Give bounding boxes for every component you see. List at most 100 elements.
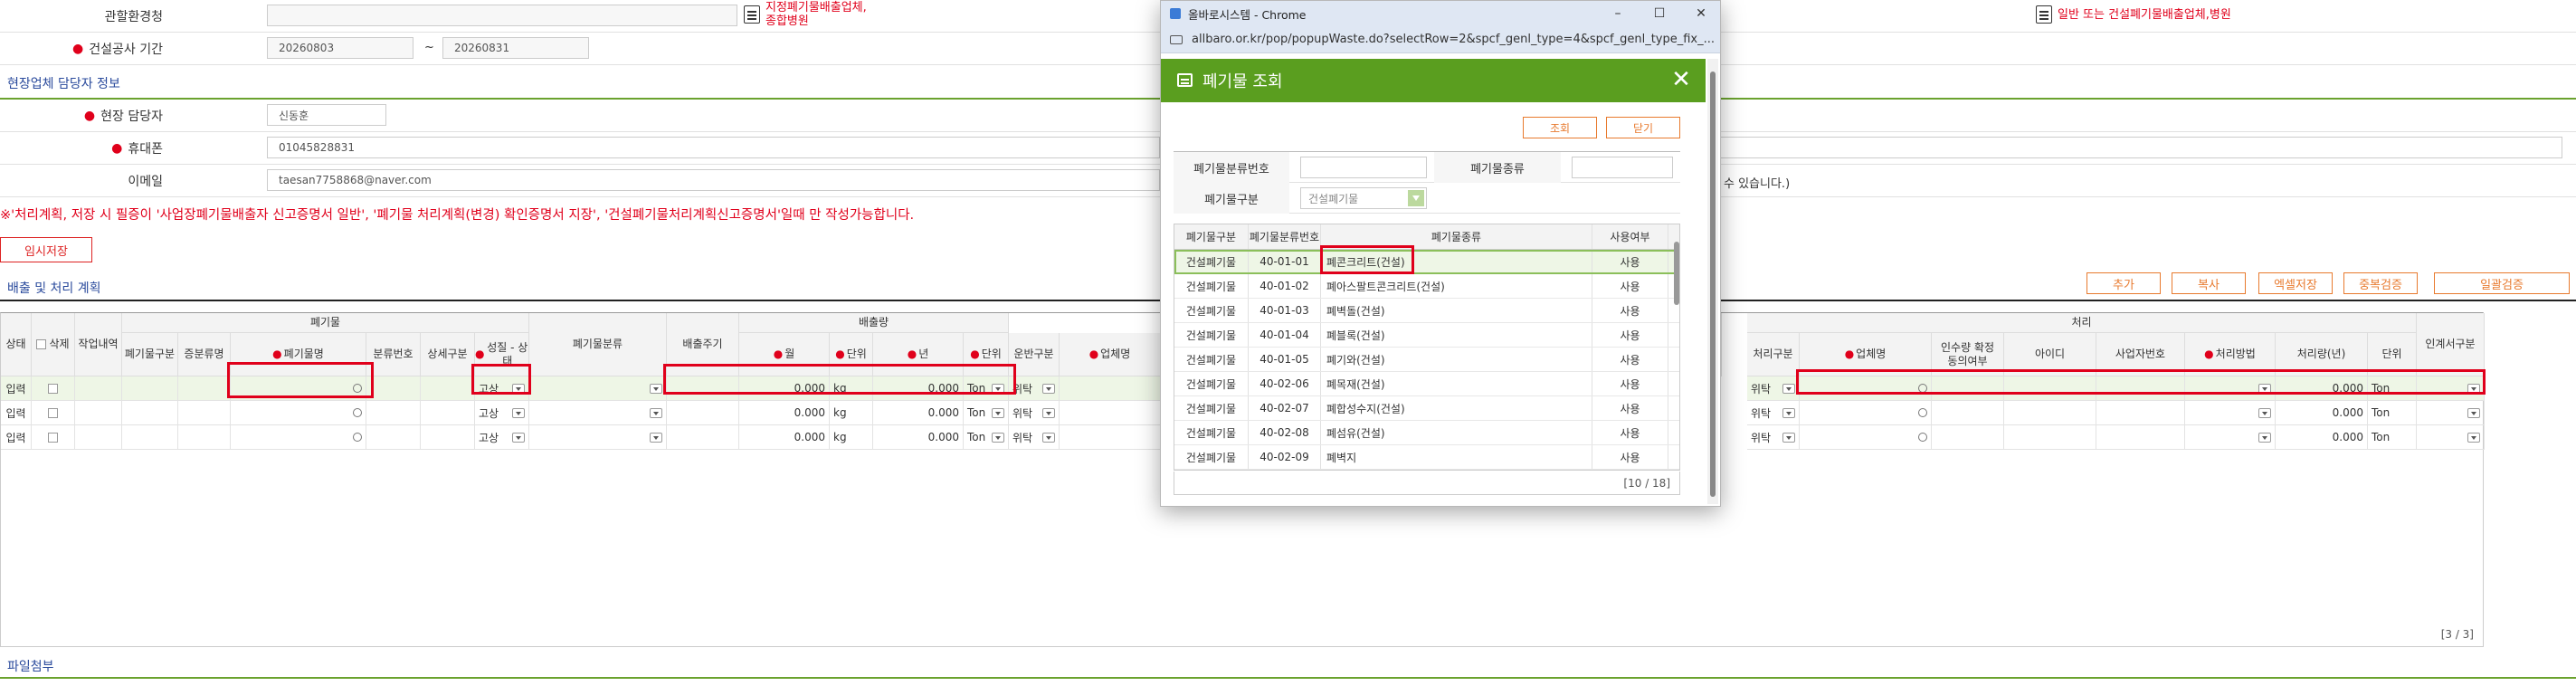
grid-cell[interactable] [122,376,178,401]
grid-cell[interactable] [32,376,75,401]
period-end-field[interactable]: 20260831 [442,37,589,59]
window-scrollbar[interactable] [1707,59,1718,504]
grid-cell[interactable] [75,401,122,425]
row-checkbox[interactable] [48,407,58,418]
grid-cell[interactable] [32,425,75,450]
search-icon[interactable] [1918,408,1927,417]
cell-month[interactable]: 0.000 [739,425,830,450]
search-icon[interactable] [1918,433,1927,442]
duplicate-check-button[interactable]: 중복검증 [2343,272,2418,294]
chevron-down-icon[interactable] [2467,407,2480,418]
chevron-down-icon[interactable] [1782,383,1795,394]
cell-status[interactable]: 입력 [1,425,32,450]
type-input[interactable] [1572,157,1673,178]
row-checkbox[interactable] [48,383,58,394]
grid-cell[interactable] [75,376,122,401]
cell-p_unit[interactable]: Ton [2368,425,2417,450]
grid-cell[interactable] [2185,425,2276,450]
select-all-checkbox[interactable] [36,339,47,349]
cell-process_type[interactable]: 위탁 [1747,401,1800,425]
cell-transport[interactable]: 위탁 [1009,401,1060,425]
site-settings-icon[interactable] [1170,34,1183,44]
general-link[interactable]: 일반 또는 건설폐기물배출업체,병원 [2058,8,2231,22]
chevron-down-icon[interactable] [2258,407,2271,418]
copy-button[interactable]: 복사 [2172,272,2246,294]
table-row[interactable]: 건설폐기물 40-01-01 폐콘크리트(건설) 사용 [1174,250,1679,274]
cell-amount[interactable]: 0.000 [2276,425,2368,450]
document-icon[interactable] [2036,5,2052,24]
address-bar[interactable]: allbaro.or.kr/pop/popupWaste.do?selectRo… [1161,26,1720,53]
cell-amount[interactable]: 0.000 [2276,401,2368,425]
grid-cell[interactable] [122,401,178,425]
window-scroll-thumb[interactable] [1710,71,1716,497]
temp-save-button[interactable]: 임시저장 [0,237,92,262]
minimize-button[interactable]: – [1597,1,1639,26]
grid-cell[interactable] [2004,425,2096,450]
grid-cell[interactable] [366,401,421,425]
grid-cell[interactable] [2096,401,2185,425]
chevron-down-icon[interactable] [2467,432,2480,443]
cell-process_type[interactable]: 위탁 [1747,425,1800,450]
table-row[interactable]: 건설폐기물 40-02-06 폐목재(건설) 사용 [1174,372,1679,396]
chevron-down-icon[interactable] [992,407,1004,418]
grid-cell[interactable] [2096,425,2185,450]
grid-cell[interactable] [178,401,231,425]
cell-status[interactable]: 입력 [1,376,32,401]
table-row[interactable]: 건설폐기물 40-01-05 폐기와(건설) 사용 [1174,348,1679,372]
email-input[interactable]: taesan7758868@naver.com [267,169,1160,191]
grid-cell[interactable] [75,425,122,450]
grid-cell[interactable] [1932,401,2004,425]
table-row[interactable]: 건설폐기물 40-01-04 폐블록(건설) 사용 [1174,323,1679,348]
grid-cell[interactable] [421,401,475,425]
cell-unit2[interactable]: Ton [964,401,1009,425]
grid-cell[interactable] [1060,401,1161,425]
cell-nature[interactable]: 고상 [475,425,529,450]
grid-cell[interactable] [2417,401,2485,425]
add-button[interactable]: 추가 [2086,272,2161,294]
bulk-check-button[interactable]: 일괄검증 [2434,272,2570,294]
grid-cell[interactable] [2185,401,2276,425]
table-row[interactable]: 건설폐기물 40-01-03 폐벽돌(건설) 사용 [1174,299,1679,323]
grid-cell[interactable] [529,425,667,450]
cell-unit1[interactable]: kg [830,425,873,450]
grid-cell[interactable] [1932,425,2004,450]
table-row[interactable]: 건설폐기물 40-02-07 폐합성수지(건설) 사용 [1174,396,1679,421]
grid-cell[interactable] [1800,401,1932,425]
chevron-down-icon[interactable] [1782,407,1795,418]
cell-transport[interactable]: 위탁 [1009,425,1060,450]
grid-cell[interactable] [1060,376,1161,401]
grid-cell[interactable] [2004,401,2096,425]
grid-cell[interactable] [366,425,421,450]
chevron-down-icon[interactable] [992,432,1004,443]
excel-save-button[interactable]: 엑셀저장 [2258,272,2333,294]
grid-cell[interactable] [366,376,421,401]
document-icon[interactable] [744,5,760,24]
grid-cell[interactable] [178,425,231,450]
row-checkbox[interactable] [48,432,58,443]
cell-process_type[interactable]: 위탁 [1747,376,1800,401]
chevron-down-icon[interactable] [650,383,662,394]
close-button[interactable]: 닫기 [1606,117,1680,138]
manager-input[interactable]: 신동훈 [267,104,386,126]
cell-transport[interactable]: 위탁 [1009,376,1060,401]
grid-cell[interactable] [529,401,667,425]
table-row[interactable]: 건설폐기물 40-02-09 폐벽지 사용 [1174,445,1679,470]
chevron-down-icon[interactable] [650,432,662,443]
cell-unit1[interactable]: kg [830,401,873,425]
chevron-down-icon[interactable] [1042,383,1055,394]
table-scrollbar[interactable] [1673,227,1680,472]
grid-cell[interactable] [178,376,231,401]
category-select[interactable]: 건설폐기물 [1300,187,1427,209]
table-scroll-thumb[interactable] [1674,242,1679,305]
grid-cell[interactable] [2417,425,2485,450]
chevron-down-icon[interactable] [1408,190,1424,206]
table-row[interactable]: 건설폐기물 40-02-08 폐섬유(건설) 사용 [1174,421,1679,445]
window-close-button[interactable]: ✕ [1680,1,1722,26]
phone-input[interactable]: 01045828831 [267,137,1160,158]
search-icon[interactable] [353,408,362,417]
cell-nature[interactable]: 고상 [475,401,529,425]
office-field[interactable] [267,5,737,26]
grid-cell[interactable] [529,376,667,401]
chevron-down-icon[interactable] [1042,432,1055,443]
phone-input-continued[interactable] [1721,137,2562,158]
